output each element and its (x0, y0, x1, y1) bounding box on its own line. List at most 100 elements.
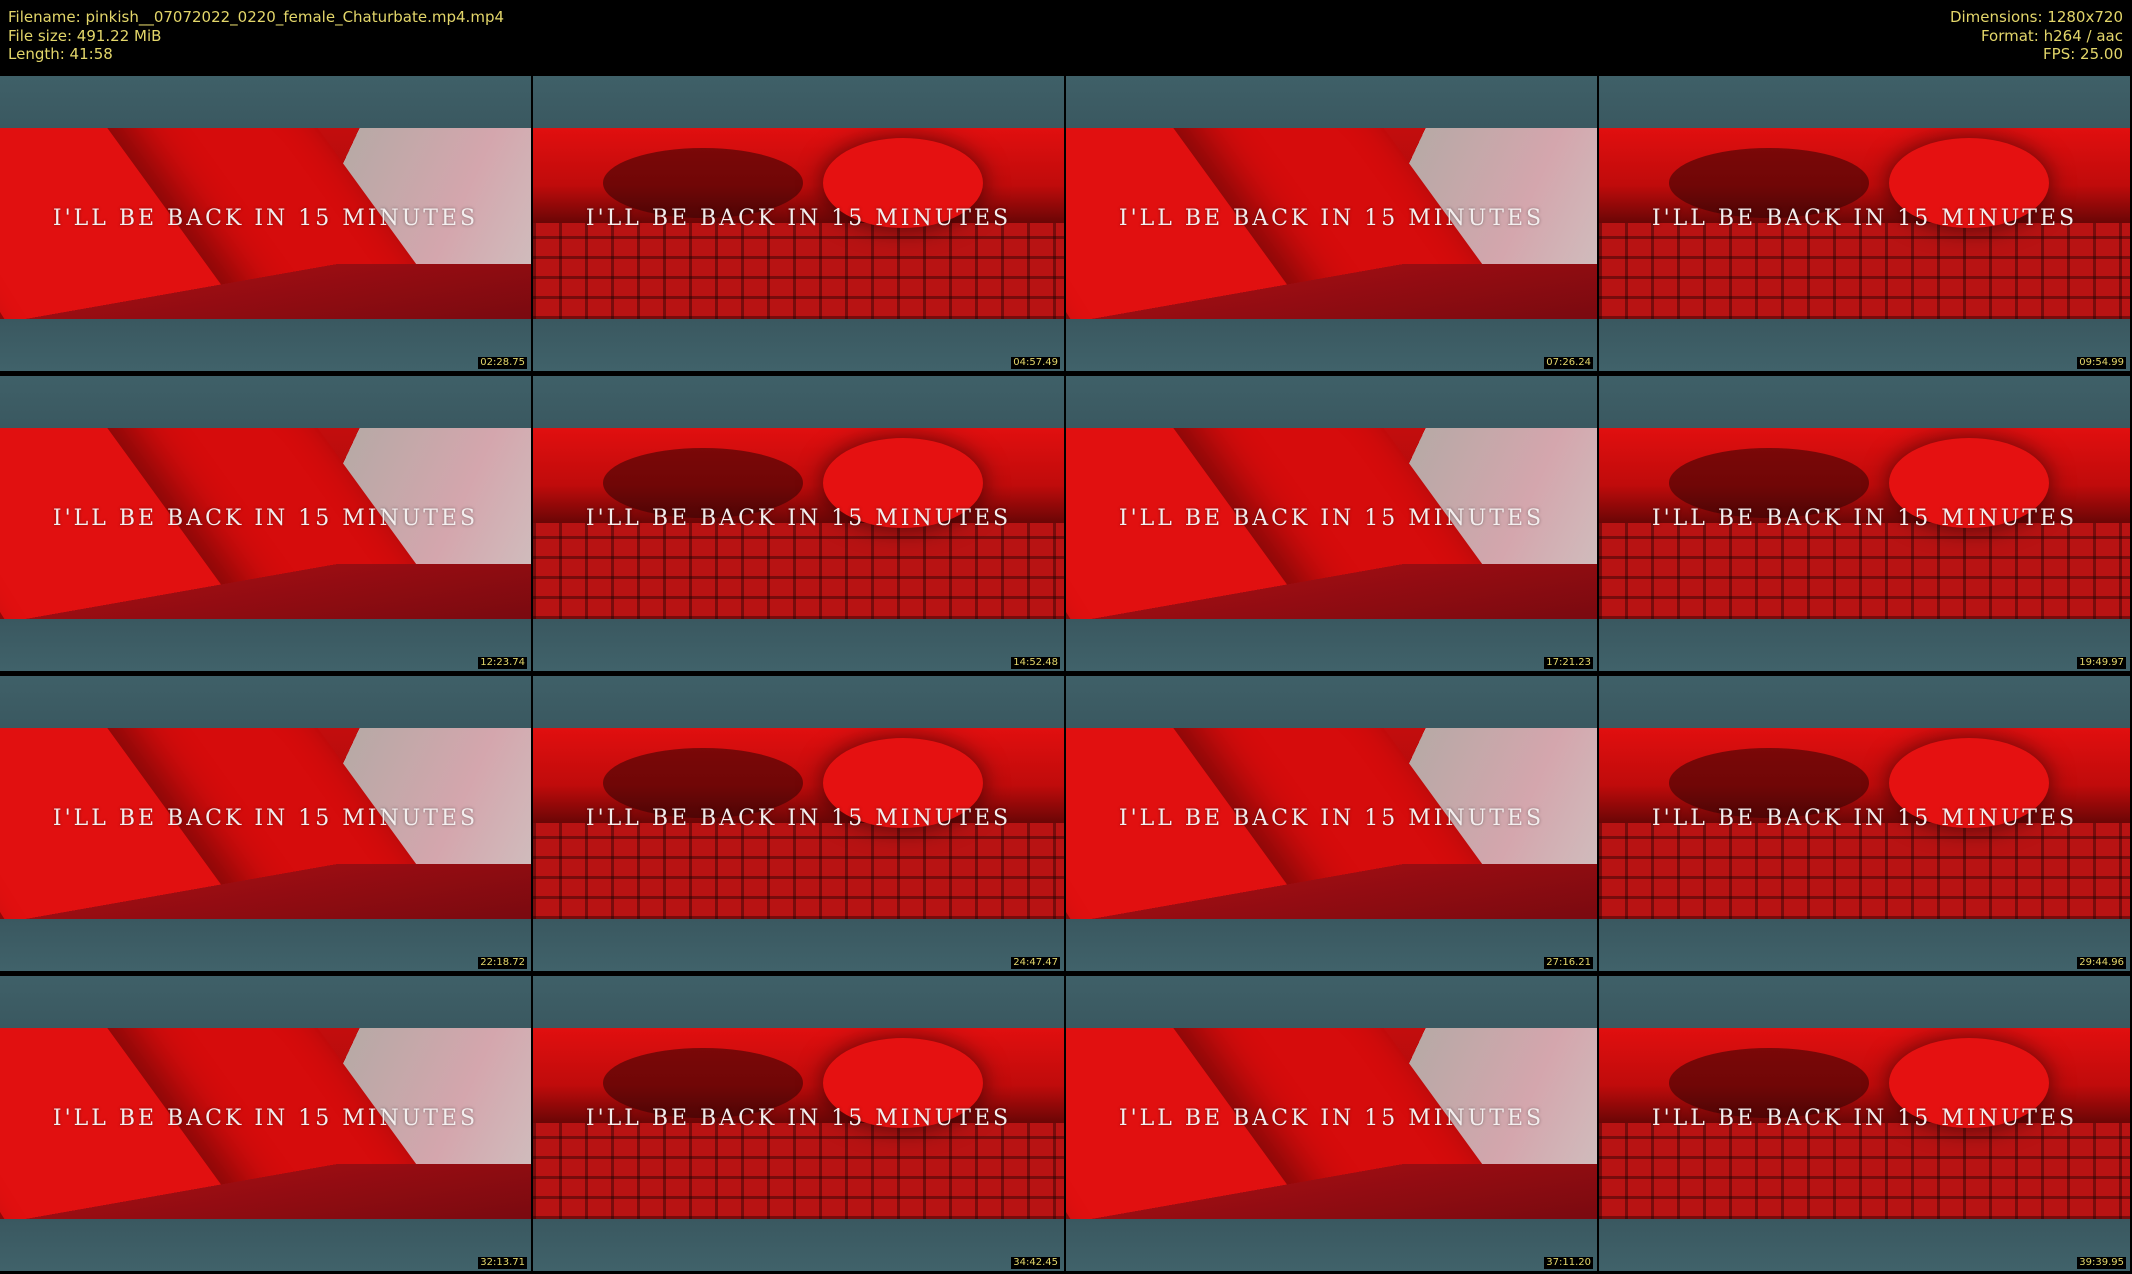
letterbox-bottom (0, 919, 531, 971)
frame-shape (1066, 564, 1597, 619)
overlay-caption: I'LL BE BACK IN 15 MINUTES (1118, 506, 1545, 531)
timestamp-label: 14:52.48 (1011, 657, 1060, 669)
overlay-caption: I'LL BE BACK IN 15 MINUTES (585, 206, 1012, 231)
thumbnail-frame[interactable]: I'LL BE BACK IN 15 MINUTES 34:42.45 (533, 976, 1064, 1271)
frame-shape (1599, 223, 2130, 319)
timestamp-label: 34:42.45 (1011, 1257, 1060, 1269)
letterbox-bottom (1599, 619, 2130, 671)
letterbox-bottom (0, 319, 531, 371)
overlay-caption: I'LL BE BACK IN 15 MINUTES (1118, 1106, 1545, 1131)
thumbnail-frame[interactable]: I'LL BE BACK IN 15 MINUTES 09:54.99 (1599, 76, 2130, 371)
timestamp-label: 29:44.96 (2077, 957, 2126, 969)
timestamp-label: 09:54.99 (2077, 357, 2126, 369)
thumbnail-frame[interactable]: I'LL BE BACK IN 15 MINUTES 19:49.97 (1599, 376, 2130, 671)
overlay-caption: I'LL BE BACK IN 15 MINUTES (585, 506, 1012, 531)
thumbnail-frame[interactable]: I'LL BE BACK IN 15 MINUTES 04:57.49 (533, 76, 1064, 371)
letterbox-top (1599, 376, 2130, 428)
letterbox-bottom (0, 619, 531, 671)
timestamp-label: 32:13.71 (478, 1257, 527, 1269)
fps-text: FPS: 25.00 (2043, 45, 2123, 63)
thumbnail-frame[interactable]: I'LL BE BACK IN 15 MINUTES 29:44.96 (1599, 676, 2130, 971)
letterbox-bottom (533, 619, 1064, 671)
thumbnail-frame[interactable]: I'LL BE BACK IN 15 MINUTES 39:39.95 (1599, 976, 2130, 1271)
letterbox-top (0, 376, 531, 428)
letterbox-bottom (533, 919, 1064, 971)
metadata-header: Filename: pinkish__07072022_0220_female_… (0, 0, 2132, 76)
letterbox-bottom (1066, 1219, 1597, 1271)
overlay-caption: I'LL BE BACK IN 15 MINUTES (585, 806, 1012, 831)
thumbnail-frame[interactable]: I'LL BE BACK IN 15 MINUTES 07:26.24 (1066, 76, 1597, 371)
frame-shape (1066, 1164, 1597, 1219)
letterbox-top (1066, 76, 1597, 128)
frame-shape (533, 1123, 1064, 1219)
overlay-caption: I'LL BE BACK IN 15 MINUTES (585, 1106, 1012, 1131)
frame-shape (533, 823, 1064, 919)
letterbox-top (0, 976, 531, 1028)
letterbox-bottom (1599, 919, 2130, 971)
frame-shape (1599, 823, 2130, 919)
overlay-caption: I'LL BE BACK IN 15 MINUTES (52, 806, 479, 831)
file-info: Filename: pinkish__07072022_0220_female_… (8, 8, 504, 64)
thumbnail-frame[interactable]: I'LL BE BACK IN 15 MINUTES 27:16.21 (1066, 676, 1597, 971)
letterbox-top (533, 76, 1064, 128)
letterbox-bottom (1599, 319, 2130, 371)
letterbox-top (1066, 676, 1597, 728)
letterbox-bottom (533, 1219, 1064, 1271)
frame-shape (1599, 1123, 2130, 1219)
frame-shape (1066, 864, 1597, 919)
timestamp-label: 24:47.47 (1011, 957, 1060, 969)
frame-shape (533, 523, 1064, 619)
overlay-caption: I'LL BE BACK IN 15 MINUTES (1651, 1106, 2078, 1131)
letterbox-top (533, 376, 1064, 428)
overlay-caption: I'LL BE BACK IN 15 MINUTES (1651, 206, 2078, 231)
filename-text: Filename: pinkish__07072022_0220_female_… (8, 8, 505, 26)
letterbox-bottom (1066, 319, 1597, 371)
thumbnail-frame[interactable]: I'LL BE BACK IN 15 MINUTES 14:52.48 (533, 376, 1064, 671)
timestamp-label: 04:57.49 (1011, 357, 1060, 369)
thumbnail-frame[interactable]: I'LL BE BACK IN 15 MINUTES 32:13.71 (0, 976, 531, 1271)
length-text: Length: 41:58 (8, 45, 113, 63)
timestamp-label: 17:21.23 (1544, 657, 1593, 669)
timestamp-label: 19:49.97 (2077, 657, 2126, 669)
frame-shape (1599, 523, 2130, 619)
thumbnail-frame[interactable]: I'LL BE BACK IN 15 MINUTES 02:28.75 (0, 76, 531, 371)
thumbnail-frame[interactable]: I'LL BE BACK IN 15 MINUTES 12:23.74 (0, 376, 531, 671)
frame-shape (0, 864, 531, 919)
letterbox-top (1599, 676, 2130, 728)
video-info: Dimensions: 1280x720 Format: h264 / aac … (1950, 8, 2123, 64)
timestamp-label: 12:23.74 (478, 657, 527, 669)
frame-shape (0, 1164, 531, 1219)
overlay-caption: I'LL BE BACK IN 15 MINUTES (52, 506, 479, 531)
letterbox-top (1066, 376, 1597, 428)
letterbox-top (533, 676, 1064, 728)
timestamp-label: 07:26.24 (1544, 357, 1593, 369)
letterbox-top (1599, 976, 2130, 1028)
thumbnail-frame[interactable]: I'LL BE BACK IN 15 MINUTES 17:21.23 (1066, 376, 1597, 671)
timestamp-label: 39:39.95 (2077, 1257, 2126, 1269)
frame-shape (1066, 264, 1597, 319)
letterbox-bottom (1599, 1219, 2130, 1271)
letterbox-bottom (0, 1219, 531, 1271)
thumbnail-grid: I'LL BE BACK IN 15 MINUTES 02:28.75 I'LL B… (0, 76, 2132, 1274)
overlay-caption: I'LL BE BACK IN 15 MINUTES (52, 1106, 479, 1131)
overlay-caption: I'LL BE BACK IN 15 MINUTES (52, 206, 479, 231)
overlay-caption: I'LL BE BACK IN 15 MINUTES (1651, 806, 2078, 831)
letterbox-top (0, 676, 531, 728)
thumbnail-frame[interactable]: I'LL BE BACK IN 15 MINUTES 24:47.47 (533, 676, 1064, 971)
overlay-caption: I'LL BE BACK IN 15 MINUTES (1118, 806, 1545, 831)
timestamp-label: 22:18.72 (478, 957, 527, 969)
frame-shape (0, 564, 531, 619)
thumbnail-frame[interactable]: I'LL BE BACK IN 15 MINUTES 37:11.20 (1066, 976, 1597, 1271)
letterbox-top (533, 976, 1064, 1028)
filesize-text: File size: 491.22 MiB (8, 26, 162, 45)
frame-shape (533, 223, 1064, 319)
timestamp-label: 37:11.20 (1544, 1257, 1593, 1269)
dimensions-text: Dimensions: 1280x720 (1949, 8, 2123, 26)
thumbnail-frame[interactable]: I'LL BE BACK IN 15 MINUTES 22:18.72 (0, 676, 531, 971)
format-text: Format: h264 / aac (1980, 26, 2123, 45)
letterbox-bottom (1066, 619, 1597, 671)
timestamp-label: 02:28.75 (478, 357, 527, 369)
letterbox-top (1066, 976, 1597, 1028)
letterbox-bottom (1066, 919, 1597, 971)
timestamp-label: 27:16.21 (1544, 957, 1593, 969)
